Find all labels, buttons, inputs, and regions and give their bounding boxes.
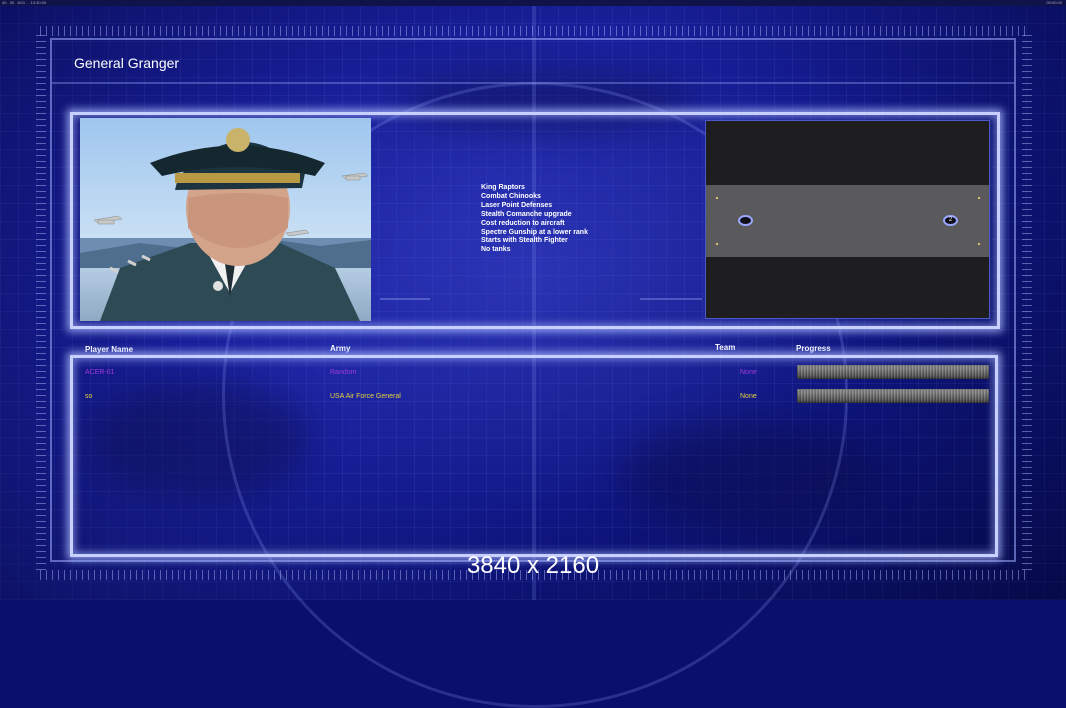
- map-marker: [978, 197, 980, 199]
- map-marker: [716, 243, 718, 245]
- map-preview[interactable]: 2: [705, 120, 990, 319]
- resolution-label: 3840 x 2160: [466, 552, 600, 579]
- player-name: ACER-01: [85, 369, 115, 376]
- right-ruler: [1022, 30, 1032, 570]
- feature-item: Cost reduction to aircraft: [481, 219, 565, 227]
- general-features-list: King Raptors Combat Chinooks Laser Point D…: [481, 184, 588, 255]
- player-army: USA Air Force General: [330, 393, 401, 400]
- decor-line: [380, 298, 430, 300]
- left-ruler: [36, 30, 46, 570]
- feature-item: King Raptors: [481, 184, 525, 191]
- column-header-progress: Progress: [796, 344, 831, 353]
- player-progress-bar: [797, 365, 989, 379]
- decor-line: [640, 298, 702, 300]
- feature-item: Stealth Comanche upgrade: [481, 210, 572, 218]
- page-title: General Granger: [74, 55, 180, 71]
- map-marker: [978, 243, 980, 245]
- general-portrait: [80, 118, 371, 321]
- player-progress-bar: [797, 389, 989, 403]
- players-panel: [70, 355, 998, 557]
- player-army: Random: [330, 369, 357, 376]
- top-ruler: [40, 26, 1026, 36]
- top-left-status: 40 . 30 . 6/11 . . 13:30:00: [2, 0, 47, 5]
- top-right-status: 00:00:00: [1046, 0, 1062, 5]
- top-status-bar: 40 . 30 . 6/11 . . 13:30:00 00:00:00: [0, 0, 1066, 6]
- column-header-team: Team: [715, 343, 736, 352]
- title-bar: [52, 44, 1014, 84]
- feature-item: Combat Chinooks: [481, 192, 541, 200]
- player-team: None: [740, 393, 757, 400]
- player-name: so: [85, 393, 93, 400]
- player-team: None: [740, 369, 757, 376]
- feature-item: Spectre Gunship at a lower rank: [481, 228, 588, 236]
- map-marker: [716, 197, 718, 199]
- start-position-slot-2[interactable]: 2: [943, 215, 958, 226]
- feature-item: No tanks: [481, 246, 511, 254]
- feature-item: Starts with Stealth Fighter: [481, 237, 568, 245]
- feature-item: Laser Point Defenses: [481, 201, 553, 209]
- column-header-player-name: Player Name: [85, 345, 134, 354]
- column-header-army: Army: [330, 344, 351, 353]
- start-position-slot-1[interactable]: [738, 215, 753, 226]
